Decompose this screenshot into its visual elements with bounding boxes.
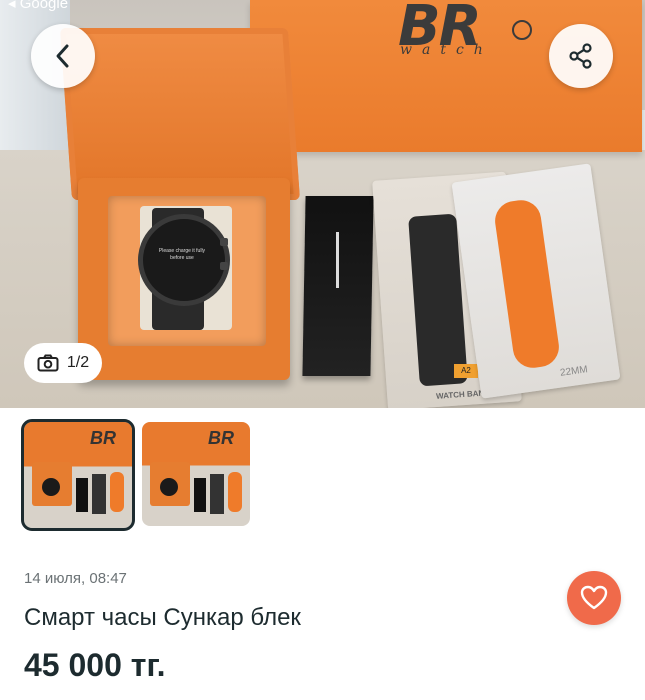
thumbnail-charger — [194, 478, 206, 512]
thumbnail-strip: BR BR — [21, 419, 250, 534]
thumbnail-watch — [160, 478, 178, 496]
bag-brand-subtitle: watch — [400, 42, 493, 58]
thumbnail-2[interactable]: BR — [142, 422, 250, 526]
photo-counter-text: 1/2 — [66, 354, 90, 371]
back-button[interactable] — [31, 24, 95, 88]
chevron-left-icon — [56, 44, 69, 68]
listing-title: Смарт часы Сункар блек — [24, 604, 301, 631]
favorite-button[interactable] — [567, 571, 621, 625]
watch-crown-lower — [220, 262, 228, 270]
charging-cable — [336, 232, 339, 288]
watch-box-lid — [59, 28, 301, 200]
thumbnail-brand: BR — [208, 428, 234, 448]
clock-icon — [512, 20, 532, 40]
thumbnail-band — [92, 474, 106, 514]
listing-photo[interactable]: ◂ Google BR watch Please charge it fully… — [0, 0, 645, 408]
back-to-app-link[interactable]: ◂ Google — [8, 0, 68, 12]
listing-price: 45 000 тг. — [24, 647, 166, 683]
photo-counter: 1/2 — [24, 343, 102, 383]
thumbnail-band — [210, 474, 224, 514]
listing-date: 14 июля, 08:47 — [24, 570, 127, 587]
thumbnail-charger — [76, 478, 88, 512]
thumbnail-brand: BR — [90, 428, 116, 448]
thumbnail-orange-band — [110, 472, 124, 512]
band-size-tag: A2 — [454, 364, 478, 378]
heart-icon — [580, 585, 608, 610]
camera-icon — [37, 354, 59, 372]
thumbnail-orange-band — [228, 472, 242, 512]
watch-crown — [220, 238, 228, 246]
share-icon — [569, 43, 592, 69]
thumbnail-watch — [42, 478, 60, 496]
thumbnail-1[interactable]: BR — [21, 419, 135, 531]
share-button[interactable] — [549, 24, 613, 88]
watch-screen-text: Please charge it fully before use — [158, 248, 206, 261]
